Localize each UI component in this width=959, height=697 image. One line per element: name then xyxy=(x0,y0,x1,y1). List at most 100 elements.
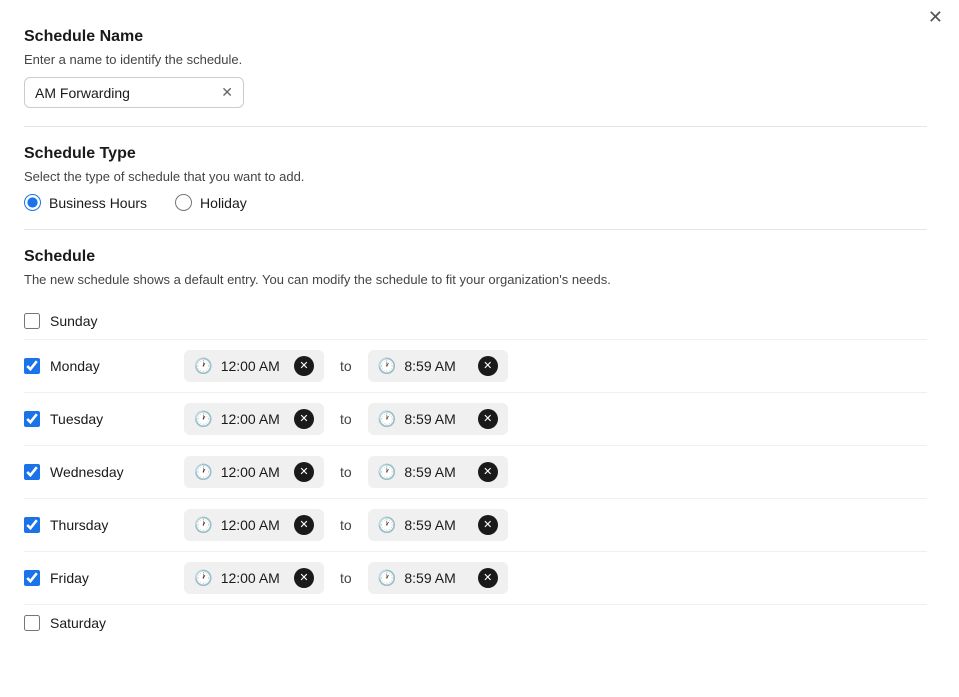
day-checkbox-thursday: Thursday xyxy=(24,517,184,533)
start-time-friday[interactable]: 🕐 12:00 AM ✕ xyxy=(184,562,324,594)
radio-holiday-label: Holiday xyxy=(200,195,247,211)
divider-2 xyxy=(24,229,927,230)
days-list: Sunday Monday 🕐 12:00 AM ✕ to 🕐 8:59 AM ✕ Tuesday… xyxy=(24,303,927,641)
end-time-value-friday: 8:59 AM xyxy=(404,570,469,586)
end-clear-monday[interactable]: ✕ xyxy=(478,356,498,376)
end-time-value-tuesday: 8:59 AM xyxy=(404,411,469,427)
start-time-monday[interactable]: 🕐 12:00 AM ✕ xyxy=(184,350,324,382)
start-time-value-friday: 12:00 AM xyxy=(221,570,286,586)
radio-business-hours-label: Business Hours xyxy=(49,195,147,211)
time-controls-wednesday: 🕐 12:00 AM ✕ to 🕐 8:59 AM ✕ xyxy=(184,456,508,488)
day-row-saturday: Saturday xyxy=(24,605,927,641)
day-checkbox-sunday: Sunday xyxy=(24,313,184,329)
day-label-sunday: Sunday xyxy=(50,313,97,329)
end-time-value-wednesday: 8:59 AM xyxy=(404,464,469,480)
start-clear-wednesday[interactable]: ✕ xyxy=(294,462,314,482)
divider-1 xyxy=(24,126,927,127)
clock-icon-end-monday: 🕐 xyxy=(378,357,397,375)
start-clear-monday[interactable]: ✕ xyxy=(294,356,314,376)
schedule-type-desc: Select the type of schedule that you wan… xyxy=(24,169,927,184)
schedule-desc: The new schedule shows a default entry. … xyxy=(24,272,927,287)
schedule-name-input-row: ✕ xyxy=(24,77,244,108)
end-time-value-monday: 8:59 AM xyxy=(404,358,469,374)
to-label-monday: to xyxy=(336,358,356,374)
day-checkbox-monday: Monday xyxy=(24,358,184,374)
start-time-value-tuesday: 12:00 AM xyxy=(221,411,286,427)
clock-icon-start-monday: 🕐 xyxy=(194,357,213,375)
start-clear-friday[interactable]: ✕ xyxy=(294,568,314,588)
close-button[interactable]: ✕ xyxy=(928,8,943,26)
radio-business-hours[interactable]: Business Hours xyxy=(24,194,147,211)
schedule-name-clear-icon[interactable]: ✕ xyxy=(221,84,233,101)
day-row-monday: Monday 🕐 12:00 AM ✕ to 🕐 8:59 AM ✕ xyxy=(24,340,927,393)
clock-icon-start-friday: 🕐 xyxy=(194,569,213,587)
schedule-name-desc: Enter a name to identify the schedule. xyxy=(24,52,927,67)
time-controls-thursday: 🕐 12:00 AM ✕ to 🕐 8:59 AM ✕ xyxy=(184,509,508,541)
clock-icon-end-friday: 🕐 xyxy=(378,569,397,587)
schedule-type-radio-group: Business Hours Holiday xyxy=(24,194,927,211)
end-clear-wednesday[interactable]: ✕ xyxy=(478,462,498,482)
checkbox-monday[interactable] xyxy=(24,358,40,374)
day-row-wednesday: Wednesday 🕐 12:00 AM ✕ to 🕐 8:59 AM ✕ xyxy=(24,446,927,499)
schedule-title: Schedule xyxy=(24,248,927,266)
end-clear-tuesday[interactable]: ✕ xyxy=(478,409,498,429)
end-clear-thursday[interactable]: ✕ xyxy=(478,515,498,535)
time-controls-tuesday: 🕐12:00 AM✕to🕐8:59 AM✕ xyxy=(184,403,508,435)
start-time-value-thursday: 12:00 AM xyxy=(221,517,286,533)
day-row-thursday: Thursday 🕐 12:00 AM ✕ to 🕐 8:59 AM ✕ xyxy=(24,499,927,552)
schedule-type-title: Schedule Type xyxy=(24,145,927,163)
schedule-name-section: Schedule Name Enter a name to identify t… xyxy=(24,28,927,108)
end-clear-friday[interactable]: ✕ xyxy=(478,568,498,588)
day-label-monday: Monday xyxy=(50,358,100,374)
checkbox-friday[interactable] xyxy=(24,570,40,586)
day-label-friday: Friday xyxy=(50,570,89,586)
end-time-tuesday[interactable]: 🕐8:59 AM✕ xyxy=(368,403,508,435)
start-clear-thursday[interactable]: ✕ xyxy=(294,515,314,535)
day-label-tuesday: Tuesday xyxy=(50,411,103,427)
schedule-section: Schedule The new schedule shows a defaul… xyxy=(24,248,927,641)
radio-business-hours-input[interactable] xyxy=(24,194,41,211)
day-checkbox-tuesday: Tuesday xyxy=(24,411,184,427)
day-row-friday: Friday 🕐 12:00 AM ✕ to 🕐 8:59 AM ✕ xyxy=(24,552,927,605)
to-label-friday: to xyxy=(336,570,356,586)
to-label-tuesday: to xyxy=(336,411,356,427)
day-checkbox-friday: Friday xyxy=(24,570,184,586)
clock-icon-end-wednesday: 🕐 xyxy=(378,463,397,481)
time-controls-friday: 🕐 12:00 AM ✕ to 🕐 8:59 AM ✕ xyxy=(184,562,508,594)
end-time-value-thursday: 8:59 AM xyxy=(404,517,469,533)
day-label-saturday: Saturday xyxy=(50,615,106,631)
day-label-thursday: Thursday xyxy=(50,517,108,533)
end-time-thursday[interactable]: 🕐 8:59 AM ✕ xyxy=(368,509,508,541)
start-time-value-monday: 12:00 AM xyxy=(221,358,286,374)
day-row-sunday: Sunday xyxy=(24,303,927,340)
checkbox-thursday[interactable] xyxy=(24,517,40,533)
radio-holiday-input[interactable] xyxy=(175,194,192,211)
clock-icon-start-wednesday: 🕐 xyxy=(194,463,213,481)
day-label-wednesday: Wednesday xyxy=(50,464,124,480)
clock-icon-start-thursday: 🕐 xyxy=(194,516,213,534)
schedule-name-input[interactable] xyxy=(35,85,217,101)
to-label-thursday: to xyxy=(336,517,356,533)
day-row-tuesday: Tuesday🕐12:00 AM✕to🕐8:59 AM✕ xyxy=(24,393,927,446)
radio-holiday[interactable]: Holiday xyxy=(175,194,247,211)
end-time-wednesday[interactable]: 🕐 8:59 AM ✕ xyxy=(368,456,508,488)
checkbox-wednesday[interactable] xyxy=(24,464,40,480)
checkbox-saturday[interactable] xyxy=(24,615,40,631)
start-clear-tuesday[interactable]: ✕ xyxy=(294,409,314,429)
start-time-wednesday[interactable]: 🕐 12:00 AM ✕ xyxy=(184,456,324,488)
time-controls-monday: 🕐 12:00 AM ✕ to 🕐 8:59 AM ✕ xyxy=(184,350,508,382)
end-time-friday[interactable]: 🕐 8:59 AM ✕ xyxy=(368,562,508,594)
schedule-name-title: Schedule Name xyxy=(24,28,927,46)
checkbox-tuesday[interactable] xyxy=(24,411,40,427)
main-panel: ✕ Schedule Name Enter a name to identify… xyxy=(0,0,959,669)
day-checkbox-wednesday: Wednesday xyxy=(24,464,184,480)
end-time-monday[interactable]: 🕐 8:59 AM ✕ xyxy=(368,350,508,382)
start-time-value-wednesday: 12:00 AM xyxy=(221,464,286,480)
start-time-tuesday[interactable]: 🕐12:00 AM✕ xyxy=(184,403,324,435)
day-checkbox-saturday: Saturday xyxy=(24,615,184,631)
start-time-thursday[interactable]: 🕐 12:00 AM ✕ xyxy=(184,509,324,541)
checkbox-sunday[interactable] xyxy=(24,313,40,329)
to-label-wednesday: to xyxy=(336,464,356,480)
clock-icon-end-thursday: 🕐 xyxy=(378,516,397,534)
schedule-type-section: Schedule Type Select the type of schedul… xyxy=(24,145,927,211)
